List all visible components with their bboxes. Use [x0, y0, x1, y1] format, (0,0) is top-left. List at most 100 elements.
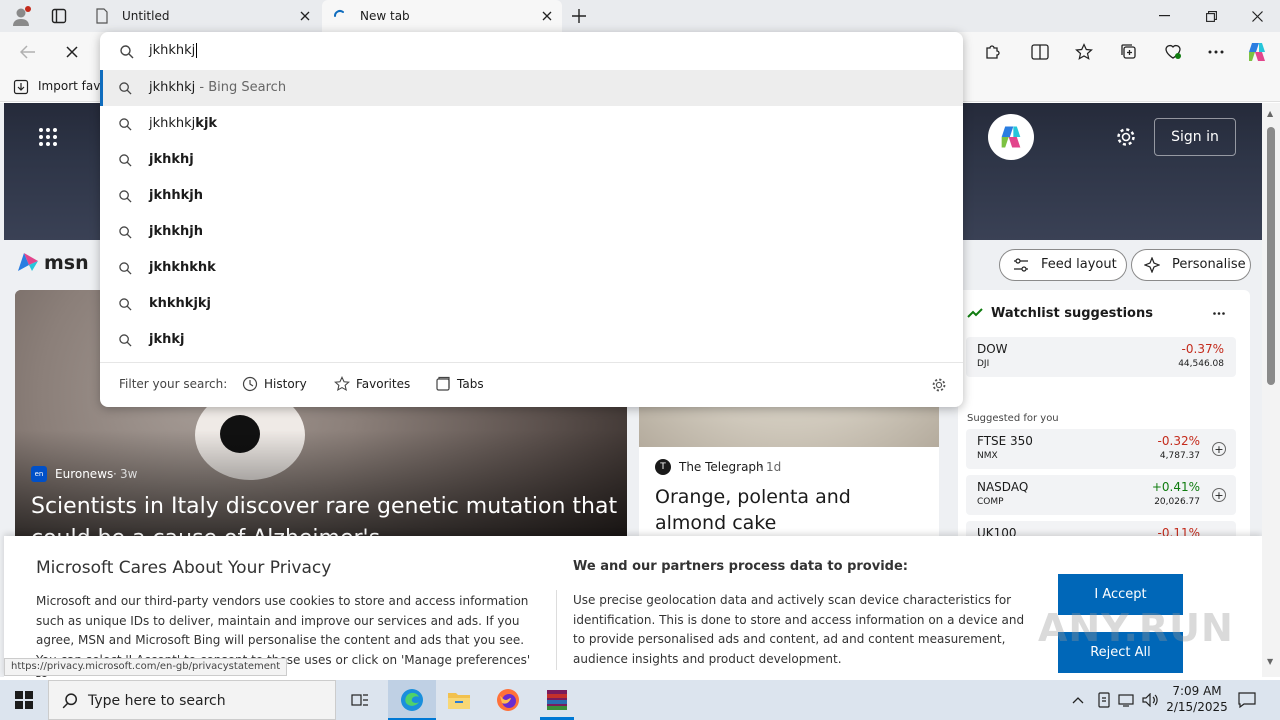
card-source: The Telegraph — [679, 460, 764, 474]
new-tab-icon[interactable] — [570, 7, 588, 25]
taskbar-clock[interactable]: 7:09 AM 2/15/2025 — [1164, 683, 1230, 715]
search-icon — [118, 153, 132, 167]
suggested-label: Suggested for you — [967, 413, 1059, 424]
start-button-icon[interactable] — [0, 680, 48, 720]
device-icon[interactable] — [1095, 691, 1113, 709]
suggestion-item[interactable]: jkhhkjh — [100, 178, 963, 214]
loading-spinner-icon — [332, 8, 348, 24]
taskbar-edge-app[interactable] — [388, 680, 436, 720]
stock-item[interactable]: DOW DJI -0.37% 44,546.08 — [966, 337, 1236, 377]
suggestion-text: jkhkj — [149, 332, 185, 347]
suggestion-text: jkhkhkj — [149, 80, 196, 95]
search-icon — [118, 333, 132, 347]
suggestion-item[interactable]: jkhkj — [100, 322, 963, 358]
msn-brand[interactable]: msn — [44, 252, 89, 274]
winrar-icon[interactable] — [544, 687, 570, 713]
import-favorites-link[interactable]: Import favo — [38, 79, 108, 93]
clock-time: 7:09 AM — [1172, 684, 1222, 698]
card-title[interactable]: Orange, polenta and almond cake — [655, 484, 925, 536]
settings-gear-icon[interactable] — [930, 376, 948, 394]
suggestion-item[interactable]: jkhkhj — [100, 142, 963, 178]
suggestion-suffix: - Bing Search — [195, 80, 287, 95]
tabs-icon — [436, 376, 450, 391]
edge-icon — [399, 687, 425, 713]
watchlist-title: Watchlist suggestions — [991, 306, 1153, 321]
scroll-up-icon[interactable]: ▲ — [1267, 109, 1273, 118]
notifications-icon[interactable] — [1237, 690, 1257, 710]
filter-tabs-label: Tabs — [457, 377, 484, 391]
close-window-icon[interactable] — [1248, 8, 1266, 24]
trend-up-icon — [966, 306, 984, 320]
tab-new-tab[interactable]: New tab — [322, 0, 562, 32]
selected-indicator — [100, 70, 103, 106]
stock-change: +0.41% — [1151, 480, 1200, 494]
address-bar-dropdown: jkhkhkj jkhkhkj - Bing Search jkhkhkjkjk… — [100, 32, 963, 407]
scrollbar[interactable]: ▲ ▼ — [1262, 103, 1280, 677]
filter-favorites-button[interactable]: Favorites — [334, 376, 410, 392]
profile-icon[interactable] — [10, 5, 32, 27]
restore-icon[interactable] — [1202, 8, 1220, 24]
file-explorer-icon[interactable] — [446, 687, 472, 713]
task-view-icon[interactable] — [346, 688, 374, 712]
filter-label: Filter your search: — [119, 377, 228, 391]
suggestion-completion: kjk — [195, 116, 218, 131]
collections-icon[interactable] — [1119, 42, 1139, 62]
more-options-icon[interactable] — [1210, 304, 1228, 322]
personalise-label: Personalise — [1172, 257, 1246, 272]
filter-row: Filter your search: History Favorites Ta… — [100, 362, 963, 407]
tab-actions-icon[interactable] — [50, 7, 68, 25]
privacy-title: Microsoft Cares About Your Privacy — [36, 558, 332, 578]
search-icon — [118, 297, 132, 311]
copilot-button-icon[interactable] — [988, 114, 1034, 160]
search-icon — [118, 225, 132, 239]
sliders-icon — [1012, 257, 1030, 273]
suggestion-text: jkhhkjh — [149, 188, 203, 203]
close-tab-icon[interactable] — [298, 9, 312, 23]
scroll-down-icon[interactable]: ▼ — [1267, 657, 1273, 666]
scrollbar-thumb[interactable] — [1267, 127, 1275, 385]
show-hidden-icons-icon[interactable] — [1070, 692, 1086, 708]
card-age: 1d — [766, 460, 782, 474]
copilot-icon[interactable] — [1244, 39, 1270, 65]
search-icon — [118, 117, 132, 131]
add-to-watchlist-icon[interactable]: + — [1212, 488, 1226, 502]
stop-loading-icon[interactable] — [62, 42, 82, 62]
stock-item[interactable]: NASDAQ COMP +0.41% 20,026.77 + — [966, 475, 1236, 515]
back-icon[interactable] — [18, 42, 38, 62]
suggestion-item[interactable]: jkhkhkj - Bing Search — [100, 70, 963, 106]
stock-symbol: DJI — [977, 359, 990, 369]
suggestion-text: jkhkhkj — [149, 116, 196, 131]
volume-icon[interactable] — [1141, 691, 1159, 709]
apps-grid-icon[interactable] — [36, 127, 60, 147]
taskbar-search-box[interactable]: Type here to search — [48, 680, 336, 720]
sign-in-button[interactable]: Sign in — [1154, 118, 1236, 156]
taskbar-search-placeholder: Type here to search — [88, 693, 226, 709]
suggestion-item[interactable]: jkhkhkjkjk — [100, 106, 963, 142]
tab-untitled[interactable]: Untitled — [84, 0, 320, 32]
suggestion-item[interactable]: jkhkhkhk — [100, 250, 963, 286]
settings-gear-icon[interactable] — [1114, 125, 1138, 149]
page-icon — [94, 8, 110, 24]
title-bar: Untitled New tab — [0, 0, 1280, 32]
close-tab-icon[interactable] — [540, 9, 554, 23]
filter-history-button[interactable]: History — [242, 376, 307, 392]
more-options-icon[interactable] — [1206, 42, 1226, 62]
minimize-icon[interactable] — [1155, 8, 1173, 24]
add-to-watchlist-icon[interactable]: + — [1212, 442, 1226, 456]
network-icon[interactable] — [1117, 691, 1135, 709]
stock-value: 20,026.77 — [1154, 497, 1200, 507]
stock-item[interactable]: FTSE 350 NMX -0.32% 4,787.37 + — [966, 429, 1236, 469]
feed-layout-button[interactable]: Feed layout — [999, 249, 1127, 281]
suggestion-item[interactable]: khkhkjkj — [100, 286, 963, 322]
personalise-button[interactable]: Personalise — [1131, 249, 1251, 281]
address-input[interactable]: jkhkhkj — [149, 43, 198, 58]
firefox-icon[interactable] — [495, 687, 521, 713]
favorites-icon[interactable] — [1074, 42, 1094, 62]
suggestion-item[interactable]: jkhkhjh — [100, 214, 963, 250]
split-screen-icon[interactable] — [1030, 42, 1050, 62]
browser-essentials-icon[interactable] — [1163, 42, 1183, 62]
suggestion-text: jkhkhjh — [149, 224, 203, 239]
extensions-icon[interactable] — [982, 42, 1002, 62]
search-icon — [118, 261, 132, 275]
filter-tabs-button[interactable]: Tabs — [435, 376, 484, 392]
